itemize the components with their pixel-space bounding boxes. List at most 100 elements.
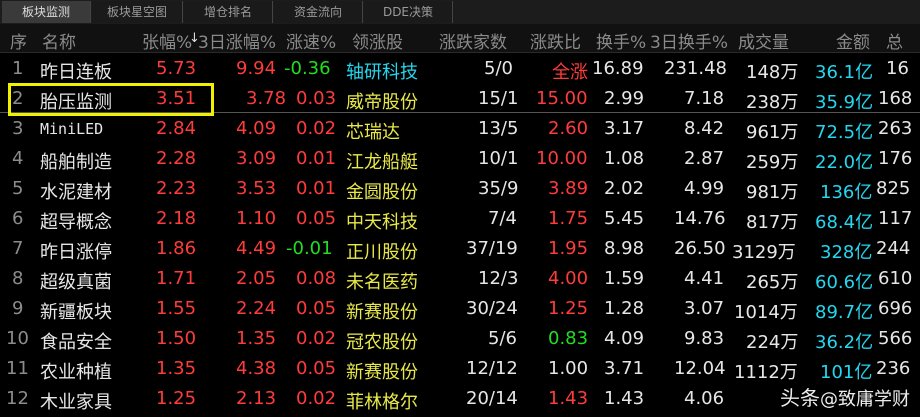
row-index: 4 — [12, 148, 24, 169]
row-index: 12 — [6, 388, 29, 409]
turnover-value: 3.17 — [604, 118, 645, 139]
turnover-3d-value: 2.87 — [684, 148, 725, 169]
updown-count: 5/6 — [488, 328, 517, 349]
col-turnover-3d[interactable]: 3日换手% — [650, 28, 728, 53]
table-row[interactable]: 6 超导概念 2.18 1.10 0.05 中天科技 7/4 1.75 5.45… — [0, 205, 920, 233]
watermark: 头条@致庸学财 — [780, 382, 910, 411]
volume-value: 238万 — [746, 92, 799, 113]
change-value: 1.71 — [156, 268, 197, 289]
turnover-3d-value: 231.48 — [664, 58, 727, 79]
updown-count: 7/4 — [488, 208, 517, 229]
col-name[interactable]: 名称 — [42, 28, 76, 53]
turnover-value: 8.98 — [604, 238, 645, 259]
updown-ratio: 1.00 — [548, 358, 589, 379]
table-row[interactable]: 9 新疆板块 1.55 2.24 0.05 新赛股份 30/24 1.25 1.… — [0, 295, 920, 323]
col-change[interactable]: 张幅% — [142, 28, 192, 53]
leader-stock: 轴研科技 — [346, 62, 418, 83]
volume-value: 817万 — [746, 212, 799, 233]
volume-value: 224万 — [746, 332, 799, 353]
speed-value: -0.01 — [286, 238, 333, 259]
turnover-value: 2.99 — [604, 88, 645, 109]
leader-stock: 正川股份 — [346, 242, 418, 263]
change-3d-value: 2.13 — [236, 388, 277, 409]
amount-value: 89.7亿 — [815, 302, 874, 323]
total-value: 263 — [878, 118, 913, 139]
speed-value: 0.03 — [296, 88, 337, 109]
col-volume[interactable]: 成交量 — [738, 28, 789, 53]
turnover-value: 1.08 — [604, 148, 645, 169]
tab-dde-decision[interactable]: DDE决策 — [364, 1, 453, 23]
col-turnover[interactable]: 换手% — [596, 28, 646, 53]
updown-ratio: 15.00 — [536, 88, 588, 109]
turnover-3d-value: 3.07 — [684, 298, 725, 319]
row-index: 10 — [6, 328, 29, 349]
turnover-3d-value: 14.76 — [674, 208, 726, 229]
change-3d-value: 9.94 — [236, 58, 277, 79]
updown-ratio: 1.43 — [548, 388, 589, 409]
table-row[interactable]: 7 昨日涨停 1.86 4.49 -0.01 正川股份 37/19 1.95 8… — [0, 235, 920, 263]
col-index[interactable]: 序 — [10, 28, 27, 53]
speed-value: 0.01 — [296, 148, 337, 169]
board-name: 昨日连板 — [40, 62, 112, 83]
table-row[interactable]: 1 昨日连板 5.73 9.94 -0.36 轴研科技 5/0 全涨 16.89… — [0, 55, 920, 83]
row-index: 8 — [12, 268, 24, 289]
col-amount[interactable]: 金额 — [836, 28, 870, 53]
total-value: 566 — [878, 328, 913, 349]
change-value: 1.50 — [156, 328, 197, 349]
watermark-prefix: 头条 — [780, 386, 820, 410]
updown-ratio: 10.00 — [536, 148, 588, 169]
turnover-3d-value: 4.06 — [684, 388, 725, 409]
leader-stock: 新赛股份 — [346, 362, 418, 383]
board-name: 昨日涨停 — [40, 242, 112, 263]
board-name: MiniLED — [40, 120, 104, 138]
updown-count: 12/3 — [478, 268, 519, 289]
tab-fund-flow[interactable]: 资金流向 — [274, 1, 363, 23]
total-value: 16 — [886, 58, 909, 79]
change-value: 2.18 — [156, 208, 197, 229]
turnover-3d-value: 4.99 — [684, 178, 725, 199]
turnover-3d-value: 26.50 — [674, 238, 726, 259]
col-change-3d[interactable]: 3日涨幅% — [198, 28, 276, 53]
row-index: 1 — [12, 58, 24, 79]
volume-value: 3129万 — [732, 242, 796, 263]
turnover-value: 1.43 — [604, 388, 645, 409]
total-value: 168 — [878, 88, 913, 109]
table-row[interactable]: 8 超级真菌 1.71 2.05 0.08 未名医药 12/3 4.00 1.5… — [0, 265, 920, 293]
col-leader[interactable]: 领涨股 — [352, 28, 403, 53]
amount-value: 36.2亿 — [815, 332, 874, 353]
board-name: 超导概念 — [40, 212, 112, 233]
volume-value: 1014万 — [734, 302, 798, 323]
col-speed[interactable]: 涨速% — [286, 28, 336, 53]
tab-board-monitor[interactable]: 板块监测 — [2, 1, 91, 23]
change-3d-value: 2.05 — [236, 268, 277, 289]
updown-count: 35/9 — [478, 178, 519, 199]
tab-bar: 板块监测 板块星空图 增仓排名 资金流向 DDE决策 — [0, 0, 920, 25]
amount-value: 68.4亿 — [815, 212, 874, 233]
leader-stock: 菲林格尔 — [346, 392, 418, 413]
turnover-3d-value: 8.42 — [684, 118, 725, 139]
table-row[interactable]: 5 水泥建材 2.23 3.53 0.01 金圆股份 35/9 3.89 2.0… — [0, 175, 920, 203]
tab-position-rank[interactable]: 增仓排名 — [184, 1, 273, 23]
total-value: 117 — [878, 208, 913, 229]
updown-count: 37/19 — [466, 238, 518, 259]
volume-value: 259万 — [746, 152, 799, 173]
updown-ratio: 全涨 — [552, 62, 588, 83]
tab-board-starmap[interactable]: 板块星空图 — [92, 1, 183, 23]
table-row[interactable]: 11 农业种植 1.35 4.38 0.05 新赛股份 12/12 1.00 3… — [0, 355, 920, 383]
col-updown[interactable]: 涨跌家数 — [439, 28, 507, 53]
table-row[interactable]: 3 MiniLED 2.84 4.09 0.02 芯瑞达 13/5 2.60 3… — [0, 115, 920, 143]
updown-count: 10/1 — [478, 148, 519, 169]
col-total[interactable]: 总 — [886, 28, 903, 53]
volume-value: 981万 — [746, 182, 799, 203]
board-name: 农业种植 — [40, 362, 112, 383]
volume-value: 148万 — [746, 62, 799, 83]
change-3d-value: 4.09 — [236, 118, 277, 139]
col-ratio[interactable]: 涨跌比 — [530, 28, 581, 53]
change-3d-value: 1.10 — [236, 208, 277, 229]
turnover-value: 5.45 — [604, 208, 645, 229]
table-row[interactable]: 10 食品安全 1.50 1.35 0.02 冠农股份 5/6 0.83 4.0… — [0, 325, 920, 353]
change-value: 5.73 — [156, 58, 197, 79]
table-row[interactable]: 4 船舶制造 2.28 3.09 0.01 江龙船艇 10/1 10.00 1.… — [0, 145, 920, 173]
amount-value: 22.0亿 — [815, 152, 874, 173]
row-index: 7 — [12, 238, 24, 259]
